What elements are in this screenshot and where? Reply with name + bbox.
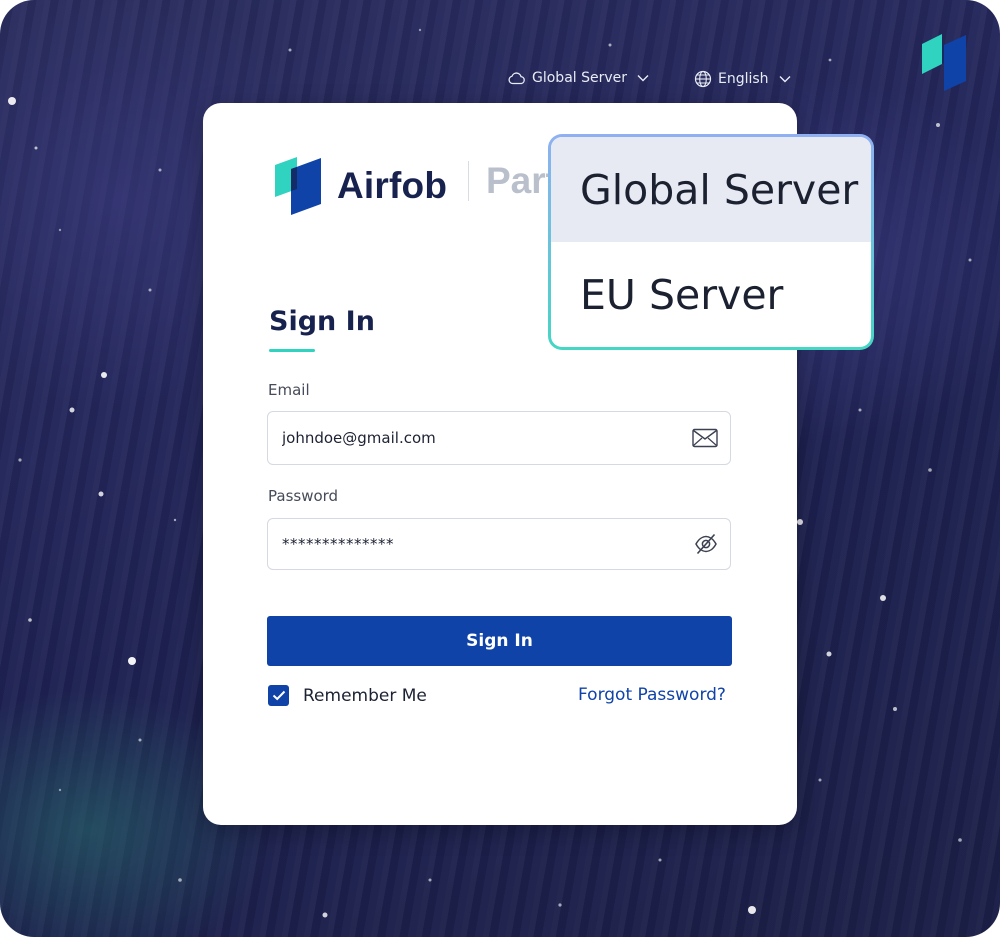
language-selector[interactable]: English bbox=[694, 70, 791, 88]
eye-off-icon[interactable] bbox=[694, 532, 718, 556]
logo-wordmark: Airfob bbox=[337, 165, 448, 206]
remember-me-toggle[interactable]: Remember Me bbox=[268, 685, 427, 706]
globe-icon bbox=[694, 70, 712, 88]
server-dropdown-menu: Global Server EU Server bbox=[548, 134, 874, 350]
remember-me-label: Remember Me bbox=[303, 685, 427, 706]
email-field-box bbox=[267, 411, 731, 465]
brand-logo-icon bbox=[922, 34, 966, 91]
server-selector-label: Global Server bbox=[532, 70, 628, 86]
logo-divider bbox=[468, 161, 469, 201]
app-background: Global Server English Airfob Sign In Ema… bbox=[0, 0, 1000, 937]
forgot-password-link[interactable]: Forgot Password? bbox=[578, 685, 726, 705]
checkmark-icon bbox=[272, 690, 285, 701]
password-field[interactable] bbox=[280, 534, 684, 554]
email-field[interactable] bbox=[280, 428, 684, 448]
chevron-down-icon bbox=[637, 75, 649, 82]
server-selector[interactable]: Global Server bbox=[508, 70, 649, 86]
mail-icon bbox=[692, 428, 718, 448]
language-selector-label: English bbox=[718, 71, 769, 87]
page-title: Sign In bbox=[269, 306, 375, 337]
cloud-icon bbox=[508, 72, 525, 85]
dropdown-option-global-server[interactable]: Global Server bbox=[551, 137, 871, 242]
airfob-logo-icon bbox=[275, 157, 321, 215]
password-label: Password bbox=[268, 487, 339, 505]
signin-button[interactable]: Sign In bbox=[267, 616, 732, 666]
chevron-down-icon bbox=[779, 76, 791, 83]
dropdown-option-eu-server[interactable]: EU Server bbox=[551, 242, 871, 347]
email-label: Email bbox=[268, 381, 310, 399]
password-field-box bbox=[267, 518, 731, 570]
airfob-logo: Airfob bbox=[273, 155, 447, 217]
remember-me-checkbox[interactable] bbox=[268, 685, 289, 706]
title-underline bbox=[269, 349, 315, 352]
